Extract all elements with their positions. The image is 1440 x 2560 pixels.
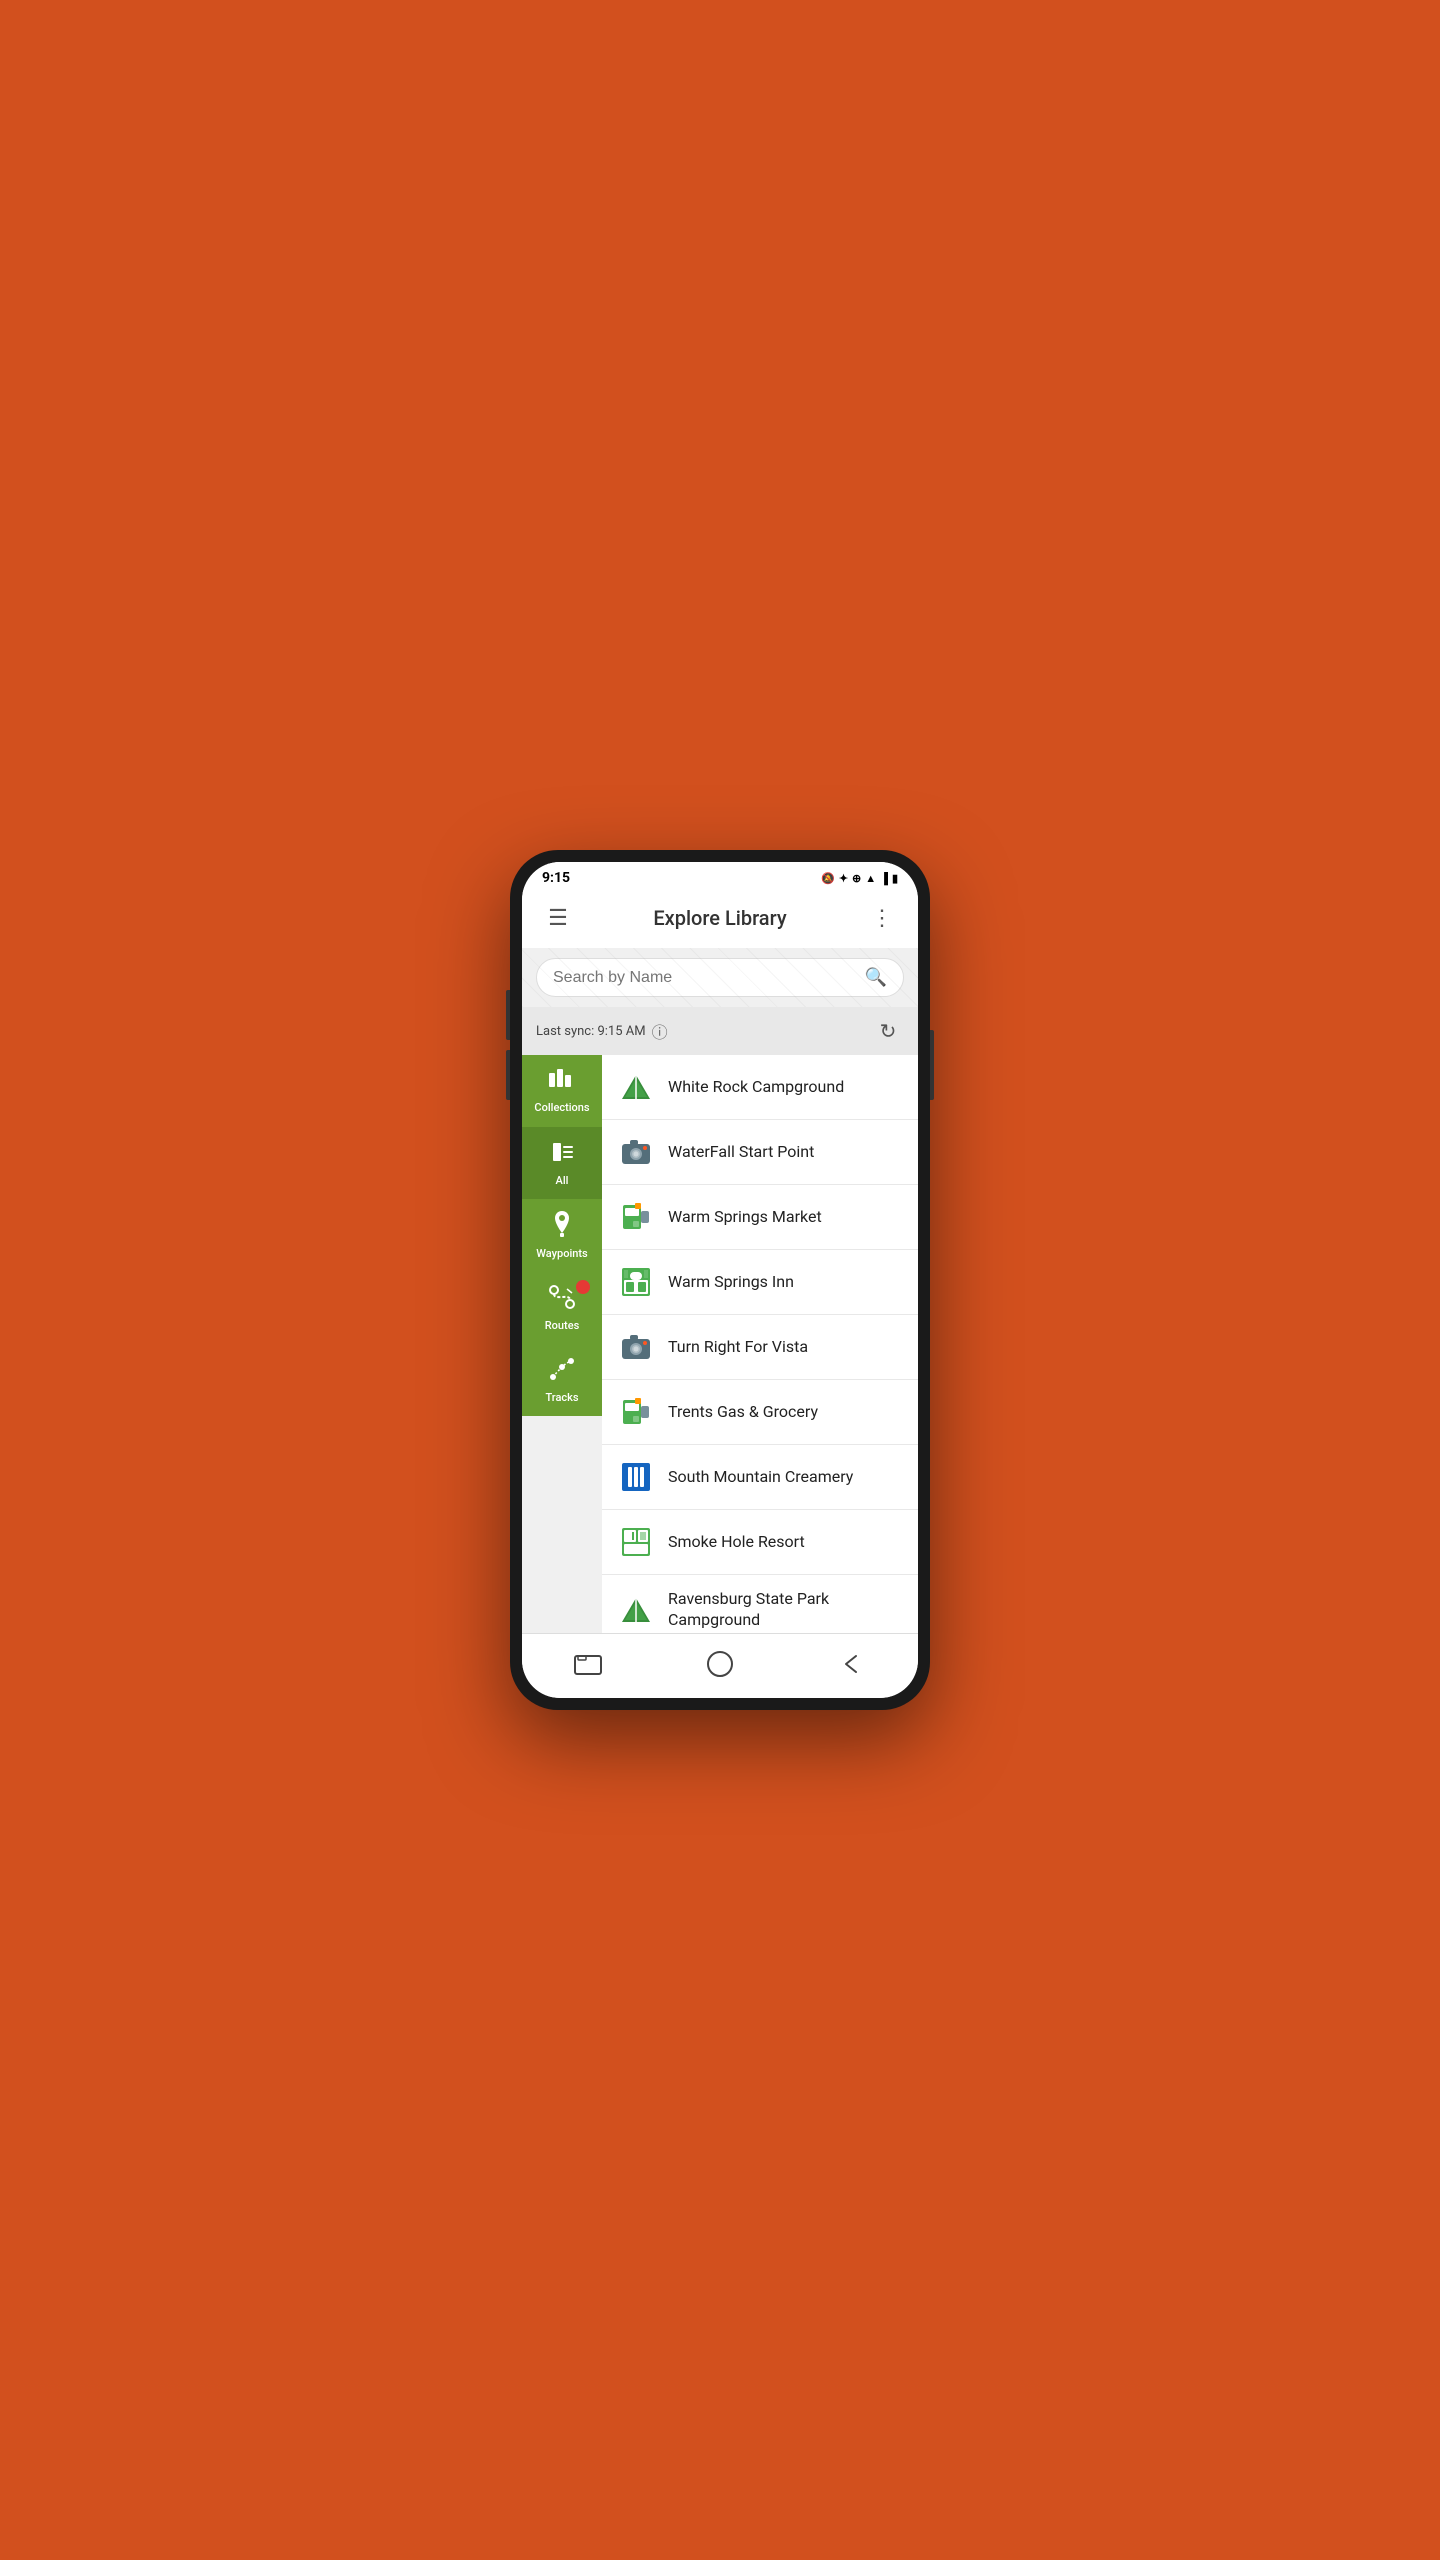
all-icon bbox=[550, 1140, 574, 1170]
sidebar-item-waypoints[interactable]: Waypoints bbox=[522, 1199, 602, 1272]
list-item[interactable]: South Mountain Creamery bbox=[602, 1445, 918, 1510]
map-background bbox=[522, 948, 918, 1007]
more-icon: ⋮ bbox=[871, 906, 893, 931]
all-label: All bbox=[556, 1174, 569, 1187]
menu-button[interactable]: ☰ bbox=[538, 898, 578, 938]
signal-icon: ▐ bbox=[880, 872, 888, 885]
item-name: South Mountain Creamery bbox=[668, 1467, 902, 1488]
tracks-label: Tracks bbox=[545, 1391, 578, 1404]
hotel-icon bbox=[618, 1264, 654, 1300]
volume-up-button bbox=[506, 990, 510, 1040]
gas-icon bbox=[618, 1199, 654, 1235]
list-item[interactable]: Smoke Hole Resort bbox=[602, 1510, 918, 1575]
item-name: Turn Right For Vista bbox=[668, 1337, 902, 1358]
item-name: Trents Gas & Grocery bbox=[668, 1402, 902, 1423]
campground-icon bbox=[618, 1069, 654, 1105]
info-icon[interactable]: ⓘ bbox=[652, 1019, 668, 1043]
list-item[interactable]: Trents Gas & Grocery bbox=[602, 1380, 918, 1445]
recents-button[interactable] bbox=[566, 1646, 610, 1682]
item-name: Warm Springs Market bbox=[668, 1207, 902, 1228]
sidebar-item-all[interactable]: All bbox=[522, 1127, 602, 1199]
routes-icon bbox=[549, 1285, 575, 1315]
list-item[interactable]: Turn Right For Vista bbox=[602, 1315, 918, 1380]
notification-mute-icon: 🔕 bbox=[821, 872, 835, 885]
more-options-button[interactable]: ⋮ bbox=[862, 898, 902, 938]
phone-frame: 9:15 🔕 ✦ ⊕ ▲ ▐ ▮ ☰ Explore Library ⋮ bbox=[510, 850, 930, 1710]
back-button[interactable] bbox=[830, 1646, 874, 1682]
sync-text: Last sync: 9:15 AM ⓘ bbox=[536, 1019, 668, 1043]
waypoints-icon bbox=[551, 1211, 573, 1243]
sidebar-item-routes[interactable]: Routes bbox=[522, 1272, 602, 1344]
gas-icon-2 bbox=[618, 1394, 654, 1430]
tracks-icon bbox=[549, 1357, 575, 1387]
refresh-button[interactable]: ↻ bbox=[872, 1015, 904, 1047]
list-item[interactable]: Ravensburg State Park Campground bbox=[602, 1575, 918, 1633]
battery-icon: ▮ bbox=[892, 872, 898, 885]
sync-label: Last sync: 9:15 AM bbox=[536, 1024, 646, 1039]
sync-bar: Last sync: 9:15 AM ⓘ ↻ bbox=[522, 1007, 918, 1055]
restaurant-icon bbox=[618, 1459, 654, 1495]
phone-screen: 9:15 🔕 ✦ ⊕ ▲ ▐ ▮ ☰ Explore Library ⋮ bbox=[522, 862, 918, 1698]
routes-label: Routes bbox=[545, 1319, 580, 1332]
resort-icon bbox=[618, 1524, 654, 1560]
sidebar-item-tracks[interactable]: Tracks bbox=[522, 1344, 602, 1416]
main-content: Collections All bbox=[522, 1055, 918, 1633]
item-name: Ravensburg State Park Campground bbox=[668, 1589, 902, 1631]
search-container: 🔍 bbox=[522, 948, 918, 1007]
status-bar: 9:15 🔕 ✦ ⊕ ▲ ▐ ▮ bbox=[522, 862, 918, 890]
refresh-icon: ↻ bbox=[880, 1019, 897, 1043]
camera-icon bbox=[618, 1134, 654, 1170]
sidebar: Collections All bbox=[522, 1055, 602, 1633]
item-name: WaterFall Start Point bbox=[668, 1142, 902, 1163]
hamburger-icon: ☰ bbox=[548, 906, 568, 931]
sidebar-item-collections[interactable]: Collections bbox=[522, 1055, 602, 1127]
campground-icon-2 bbox=[618, 1592, 654, 1628]
collections-label: Collections bbox=[534, 1101, 589, 1114]
power-button bbox=[930, 1030, 934, 1100]
location-icon: ⊕ bbox=[852, 872, 861, 885]
list-item[interactable]: Warm Springs Market bbox=[602, 1185, 918, 1250]
page-title: Explore Library bbox=[653, 906, 786, 930]
list-item[interactable]: Warm Springs Inn bbox=[602, 1250, 918, 1315]
status-icons: 🔕 ✦ ⊕ ▲ ▐ ▮ bbox=[821, 872, 898, 885]
collections-icon bbox=[549, 1069, 575, 1097]
camera-icon-2 bbox=[618, 1329, 654, 1365]
status-time: 9:15 bbox=[542, 870, 570, 886]
item-name: Smoke Hole Resort bbox=[668, 1532, 902, 1553]
volume-down-button bbox=[506, 1050, 510, 1100]
bluetooth-icon: ✦ bbox=[839, 872, 848, 885]
list-item[interactable]: White Rock Campground bbox=[602, 1055, 918, 1120]
waypoints-label: Waypoints bbox=[536, 1247, 587, 1260]
home-button[interactable] bbox=[698, 1646, 742, 1682]
list-item[interactable]: WaterFall Start Point bbox=[602, 1120, 918, 1185]
routes-badge bbox=[576, 1280, 590, 1294]
item-name: Warm Springs Inn bbox=[668, 1272, 902, 1293]
item-name: White Rock Campground bbox=[668, 1077, 902, 1098]
list-area: White Rock Campground WaterFall S bbox=[602, 1055, 918, 1633]
wifi-icon: ▲ bbox=[865, 872, 876, 885]
toolbar: ☰ Explore Library ⋮ bbox=[522, 890, 918, 948]
bottom-nav bbox=[522, 1633, 918, 1698]
